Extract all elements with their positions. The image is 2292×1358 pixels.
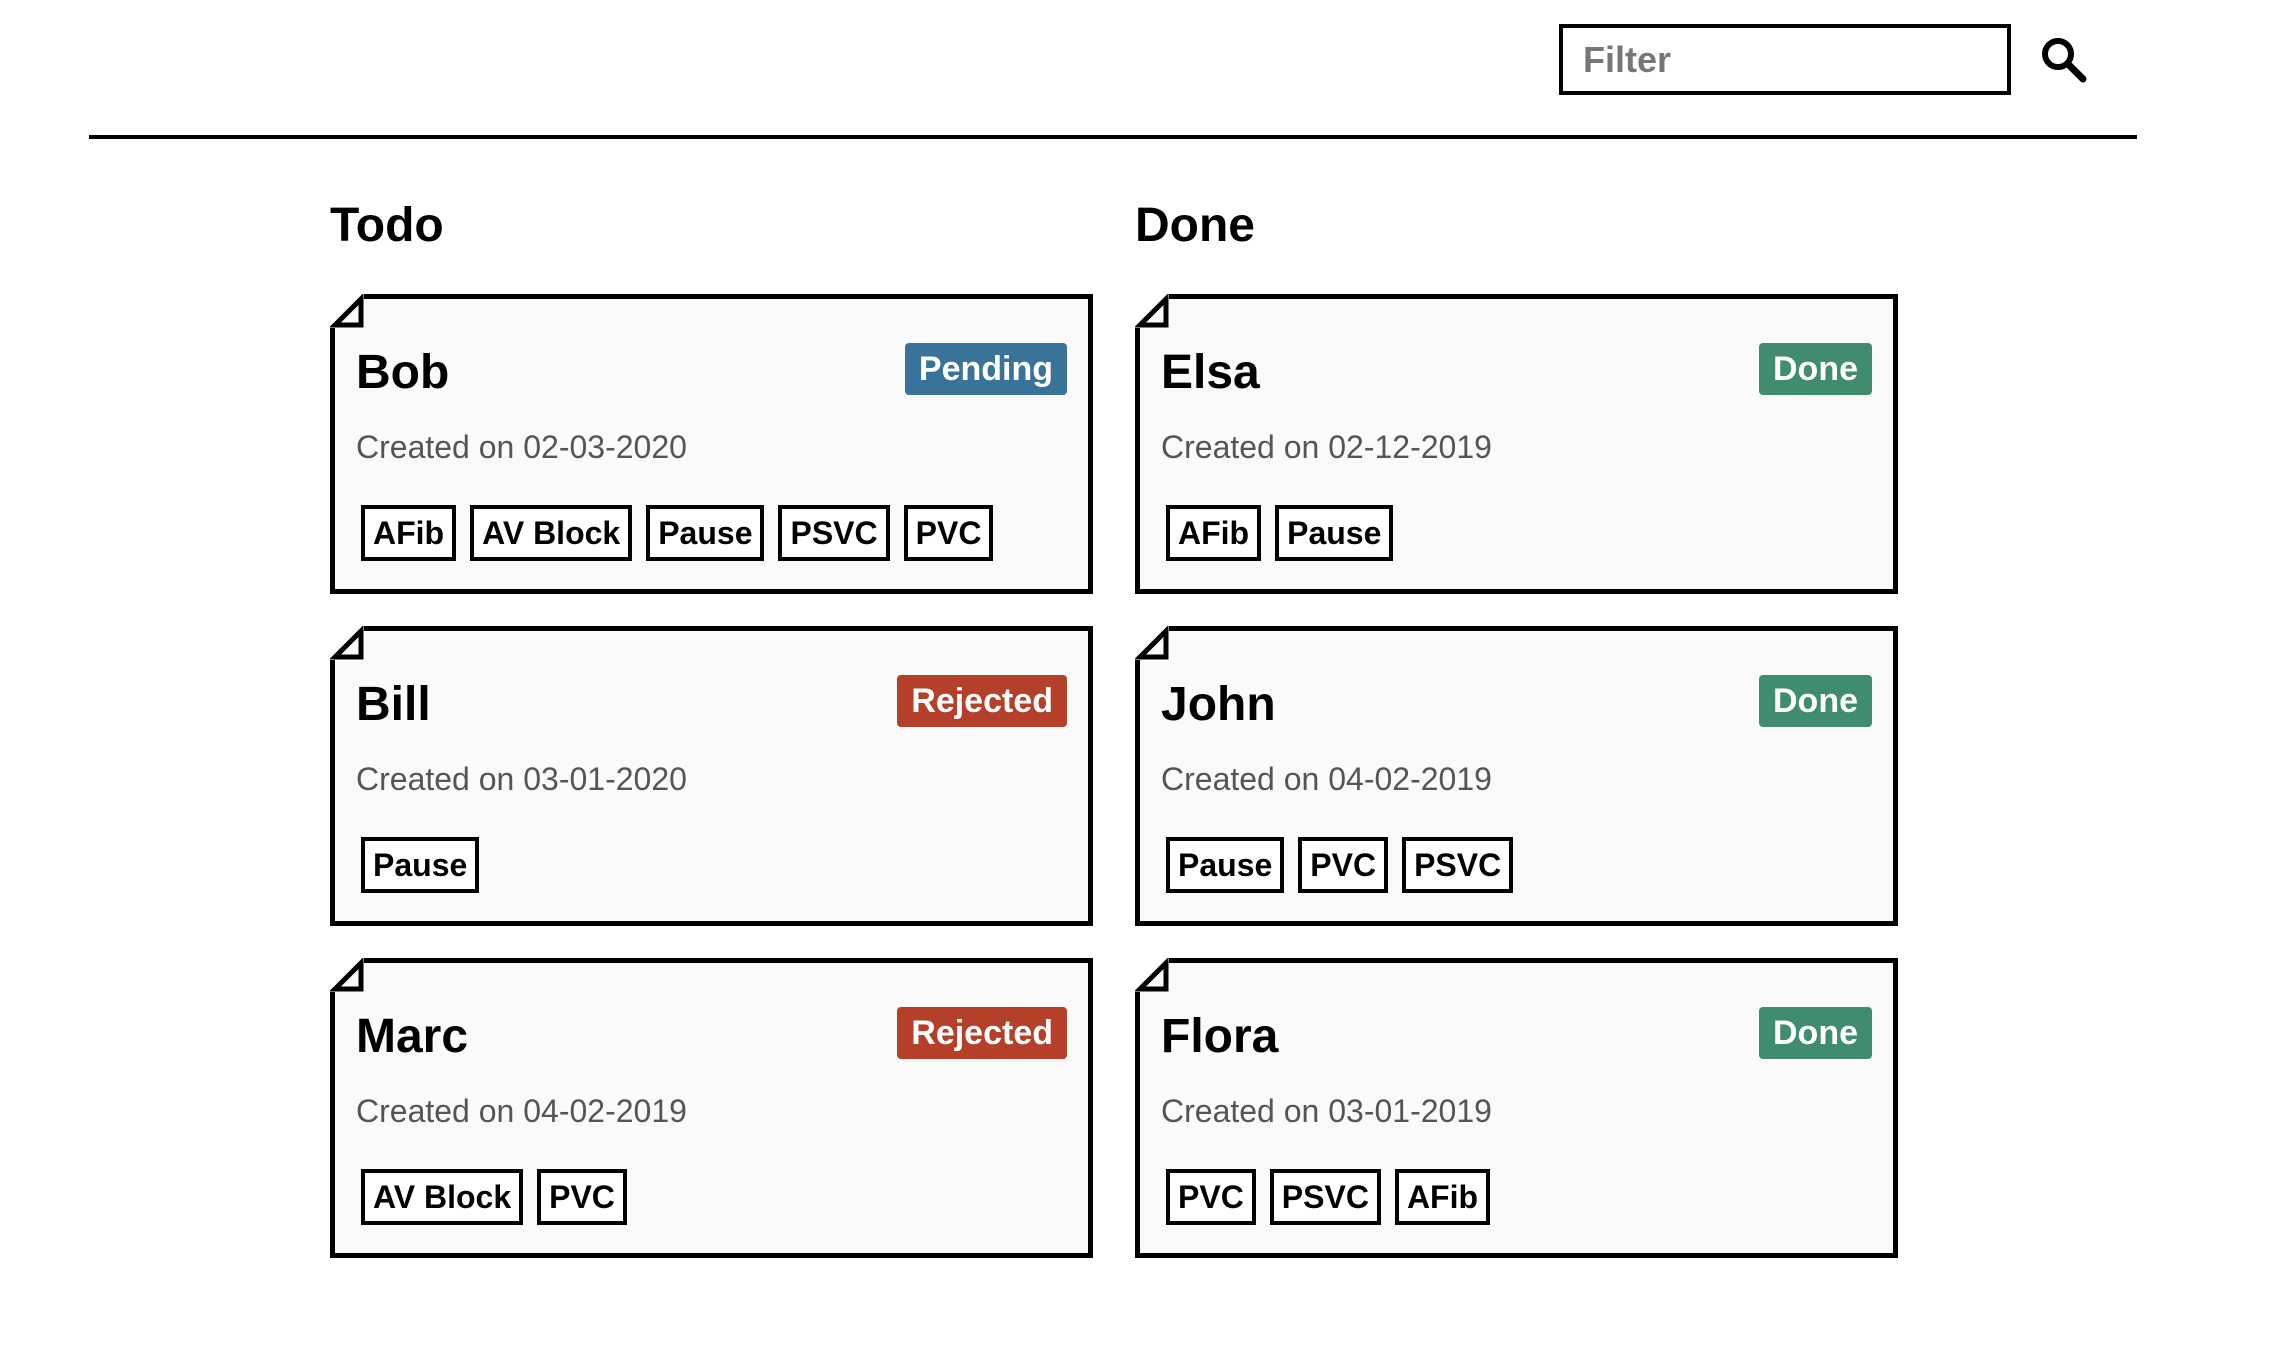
tag[interactable]: AV Block [361,1169,524,1225]
tag[interactable]: AFib [1166,505,1262,561]
column-title: Todo [330,199,444,252]
column-title: Done [1135,199,1255,252]
tag-list: PVC PSVC AFib [1166,1169,1491,1225]
card-name: Elsa [1161,346,1260,399]
card-date: Created on 02-03-2020 [356,429,687,465]
folded-corner-icon [330,958,364,992]
column-todo: Todo Bob Pending Created on 02-03-2020 A… [330,196,1093,1290]
tag-list: Pause [361,837,480,893]
card-date: Created on 04-02-2019 [1161,761,1492,797]
folded-corner-icon [330,626,364,660]
status-badge: Rejected [897,675,1067,727]
tag[interactable]: PVC [1166,1169,1256,1225]
tag-list: AFib AV Block Pause PSVC PVC [361,505,994,561]
card-list: Bob Pending Created on 02-03-2020 AFib AV… [330,294,1093,1258]
card-name: Marc [356,1010,469,1063]
folded-corner-icon [330,294,364,328]
card-john[interactable]: John Done Created on 04-02-2019 Pause PVC… [1135,626,1898,926]
tag[interactable]: PSVC [1402,837,1514,893]
card-name: Flora [1161,1010,1279,1063]
status-badge: Done [1759,343,1872,395]
search-icon [2042,38,2087,83]
card-date: Created on 03-01-2020 [356,761,687,797]
header-divider [89,135,2137,139]
card-name: Bill [356,678,431,731]
status-badge: Rejected [897,1007,1067,1059]
card-date: Created on 03-01-2019 [1161,1093,1492,1129]
status-badge: Done [1759,1007,1872,1059]
tag[interactable]: Pause [361,837,480,893]
tag[interactable]: Pause [1166,837,1285,893]
tag[interactable]: PVC [537,1169,627,1225]
card-date: Created on 02-12-2019 [1161,429,1492,465]
page: Todo Bob Pending Created on 02-03-2020 A… [0,0,2292,1358]
tag[interactable]: AFib [361,505,457,561]
column-done: Done Elsa Done Created on 02-12-2019 AFi… [1135,196,1898,1290]
card-list: Elsa Done Created on 02-12-2019 AFib Paus… [1135,294,1898,1258]
folded-corner-icon [1135,958,1169,992]
filter-box [1559,24,2011,95]
tag[interactable]: Pause [1275,505,1394,561]
tag-list: AV Block PVC [361,1169,627,1225]
search-button[interactable] [2038,34,2090,86]
filter-input[interactable] [1583,28,2007,91]
tag-list: Pause PVC PSVC [1166,837,1514,893]
tag[interactable]: PSVC [778,505,890,561]
tag[interactable]: AFib [1394,1169,1491,1225]
card-bob[interactable]: Bob Pending Created on 02-03-2020 AFib AV… [330,294,1093,594]
card-flora[interactable]: Flora Done Created on 03-01-2019 PVC PSVC… [1135,958,1898,1258]
tag[interactable]: PSVC [1269,1169,1381,1225]
card-bill[interactable]: Bill Rejected Created on 03-01-2020 Paus… [330,626,1093,926]
tag[interactable]: Pause [646,505,765,561]
tag[interactable]: PVC [903,505,994,561]
tag[interactable]: PVC [1298,837,1389,893]
card-name: John [1161,678,1276,731]
tag[interactable]: AV Block [470,505,633,561]
card-name: Bob [356,346,450,399]
card-marc[interactable]: Marc Rejected Created on 04-02-2019 AV B… [330,958,1093,1258]
tag-list: AFib Pause [1166,505,1394,561]
status-badge: Done [1759,675,1872,727]
folded-corner-icon [1135,626,1169,660]
card-date: Created on 04-02-2019 [356,1093,687,1129]
card-elsa[interactable]: Elsa Done Created on 02-12-2019 AFib Paus… [1135,294,1898,594]
folded-corner-icon [1135,294,1169,328]
status-badge: Pending [904,343,1067,395]
